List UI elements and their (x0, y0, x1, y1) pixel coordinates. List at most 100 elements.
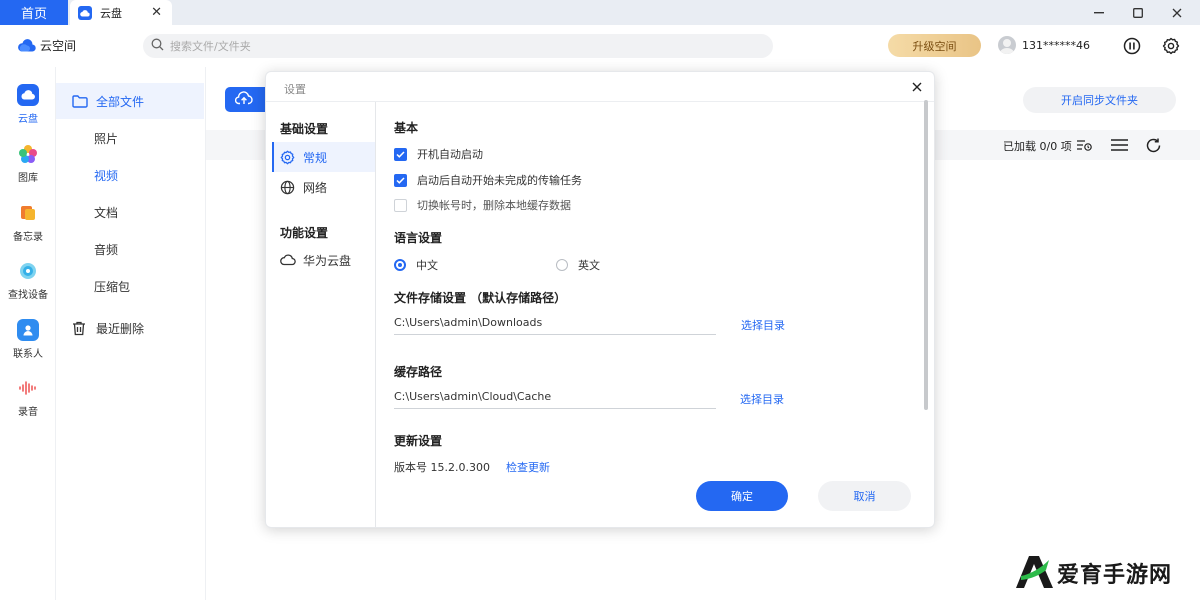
subnav-item-photos[interactable]: 照片 (56, 120, 204, 156)
account-name[interactable]: 131******46 (1022, 39, 1090, 52)
subnav-item-videos[interactable]: 视频 (56, 157, 204, 193)
section-update-title: 更新设置 (394, 434, 443, 448)
settings-item-label: 华为云盘 (303, 253, 352, 268)
close-window-icon[interactable] (1160, 0, 1194, 25)
subnav-label: 音频 (94, 242, 119, 257)
subnav-label: 压缩包 (94, 279, 131, 294)
rail-item-gallery[interactable]: 图库 (0, 143, 56, 193)
dialog-title: 设置 (284, 83, 306, 96)
close-dialog-icon[interactable] (908, 78, 926, 96)
option-resume-transfers[interactable]: 启动后自动开始未完成的传输任务 (394, 172, 582, 188)
settings-content: 基本 开机自动启动 启动后自动开始未完成的传输任务 切换帐号时，删除本地缓存数据… (377, 102, 922, 527)
rail-label: 图库 (18, 173, 38, 184)
radio-label: 英文 (578, 259, 600, 272)
settings-item-label: 网络 (303, 180, 328, 195)
subnav-label: 全部文件 (96, 94, 145, 109)
loaded-count: 已加载 0/0 项 (1003, 140, 1072, 153)
rail-item-contacts[interactable]: 联系人 (0, 319, 56, 369)
find-device-icon (17, 260, 39, 282)
storage-path-field[interactable]: C:\Users\admin\Downloads (394, 311, 716, 335)
upgrade-space-label: 升级空间 (912, 39, 957, 53)
rail-item-notes[interactable]: 备忘录 (0, 202, 56, 252)
recorder-icon (17, 377, 39, 399)
rail-item-cloud-drive[interactable]: 云盘 (0, 84, 56, 134)
radio-chinese[interactable]: 中文 (394, 257, 438, 273)
subnav-item-archives[interactable]: 压缩包 (56, 268, 204, 304)
watermark-logo-icon (1015, 554, 1055, 593)
avatar[interactable] (998, 36, 1016, 54)
refresh-icon[interactable] (1144, 137, 1162, 153)
rail-label: 联系人 (13, 349, 43, 360)
radio-label: 中文 (416, 259, 438, 272)
section-cache-title: 缓存路径 (394, 365, 443, 379)
dialog-scrollbar[interactable] (924, 100, 928, 410)
checkbox-unchecked-icon[interactable] (394, 198, 407, 212)
app-bar: 云空间 升级空间 131******46 (0, 25, 1200, 67)
list-view-icon[interactable] (1110, 137, 1128, 153)
rail-item-recorder[interactable]: 录音 (0, 377, 56, 427)
app-logo-text: 云空间 (40, 39, 77, 53)
subnav-label: 最近删除 (96, 321, 145, 336)
search-box[interactable] (143, 34, 773, 58)
settings-item-general[interactable]: 常规 (272, 142, 375, 172)
search-icon (151, 38, 164, 54)
option-auto-start[interactable]: 开机自动启动 (394, 146, 483, 162)
cancel-button[interactable]: 取消 (818, 481, 911, 511)
dialog-header: 设置 (266, 72, 934, 102)
contacts-icon (17, 319, 39, 341)
upgrade-space-button[interactable]: 升级空间 (888, 34, 981, 57)
search-input[interactable] (170, 39, 750, 53)
settings-item-network[interactable]: 网络 (272, 172, 375, 202)
rail-label: 录音 (18, 407, 38, 418)
choose-storage-dir-link[interactable]: 选择目录 (741, 317, 785, 333)
cache-path-value: C:\Users\admin\Cloud\Cache (394, 390, 552, 403)
tab-home-label: 首页 (20, 7, 47, 22)
confirm-label: 确定 (731, 490, 753, 503)
settings-gear-icon[interactable] (1161, 36, 1181, 56)
settings-sidebar: 基础设置 常规 网络 功能设置 华为云盘 (266, 102, 376, 527)
subnav-item-recently-deleted[interactable]: 最近删除 (56, 310, 204, 346)
option-label: 开机自动启动 (417, 148, 483, 161)
choose-cache-dir-link[interactable]: 选择目录 (740, 391, 784, 407)
watermark: 爱育手游网 (1015, 552, 1185, 594)
option-label: 切换帐号时，删除本地缓存数据 (417, 199, 571, 212)
checkbox-checked-icon[interactable] (394, 147, 407, 161)
minimize-icon[interactable] (1082, 0, 1116, 25)
cache-path-field[interactable]: C:\Users\admin\Cloud\Cache (394, 385, 716, 409)
subnav-item-audio[interactable]: 音频 (56, 231, 204, 267)
rail-item-find-device[interactable]: 查找设备 (0, 260, 56, 310)
group-basic-settings: 基础设置 (280, 122, 329, 136)
tab-cloud[interactable]: 云盘 ✕ (70, 0, 172, 25)
section-basic-title: 基本 (394, 121, 419, 135)
option-label: 启动后自动开始未完成的传输任务 (417, 174, 582, 187)
subnav-item-all-files[interactable]: 全部文件 (56, 83, 204, 119)
tab-home[interactable]: 首页 (0, 0, 68, 25)
cloud-app-icon (78, 5, 92, 20)
settings-item-label: 常规 (303, 150, 328, 165)
close-tab-icon[interactable]: ✕ (151, 5, 162, 20)
enable-sync-folder-button[interactable]: 开启同步文件夹 (1023, 87, 1176, 113)
storage-path-value: C:\Users\admin\Downloads (394, 316, 543, 329)
pause-sync-icon[interactable] (1122, 36, 1142, 56)
cancel-label: 取消 (853, 490, 876, 503)
maximize-icon[interactable] (1121, 0, 1155, 25)
radio-english[interactable]: 英文 (556, 257, 600, 273)
radio-unselected-icon[interactable] (556, 259, 568, 271)
radio-selected-icon[interactable] (394, 259, 406, 271)
left-rail: 云盘 图库 备忘录 查找设备 联系人 录音 (0, 67, 56, 600)
subnav-label: 文档 (94, 205, 119, 220)
file-category-nav: 全部文件 照片 视频 文档 音频 压缩包 最近删除 (56, 67, 206, 600)
sync-label: 开启同步文件夹 (1061, 94, 1138, 107)
settings-item-huawei-cloud[interactable]: 华为云盘 (272, 245, 375, 275)
checkbox-checked-icon[interactable] (394, 173, 407, 187)
section-storage-title: 文件存储设置 （默认存储路径） (394, 291, 567, 305)
cloud-logo-icon (18, 39, 36, 52)
cloud-drive-icon (17, 84, 39, 106)
watermark-text: 爱育手游网 (1057, 563, 1173, 588)
option-delete-cache-on-switch[interactable]: 切换帐号时，删除本地缓存数据 (394, 197, 571, 213)
globe-icon (280, 180, 296, 195)
confirm-button[interactable]: 确定 (696, 481, 788, 511)
sort-history-icon[interactable] (1075, 137, 1093, 153)
subnav-item-documents[interactable]: 文档 (56, 194, 204, 230)
check-update-link[interactable]: 检查更新 (506, 459, 550, 475)
